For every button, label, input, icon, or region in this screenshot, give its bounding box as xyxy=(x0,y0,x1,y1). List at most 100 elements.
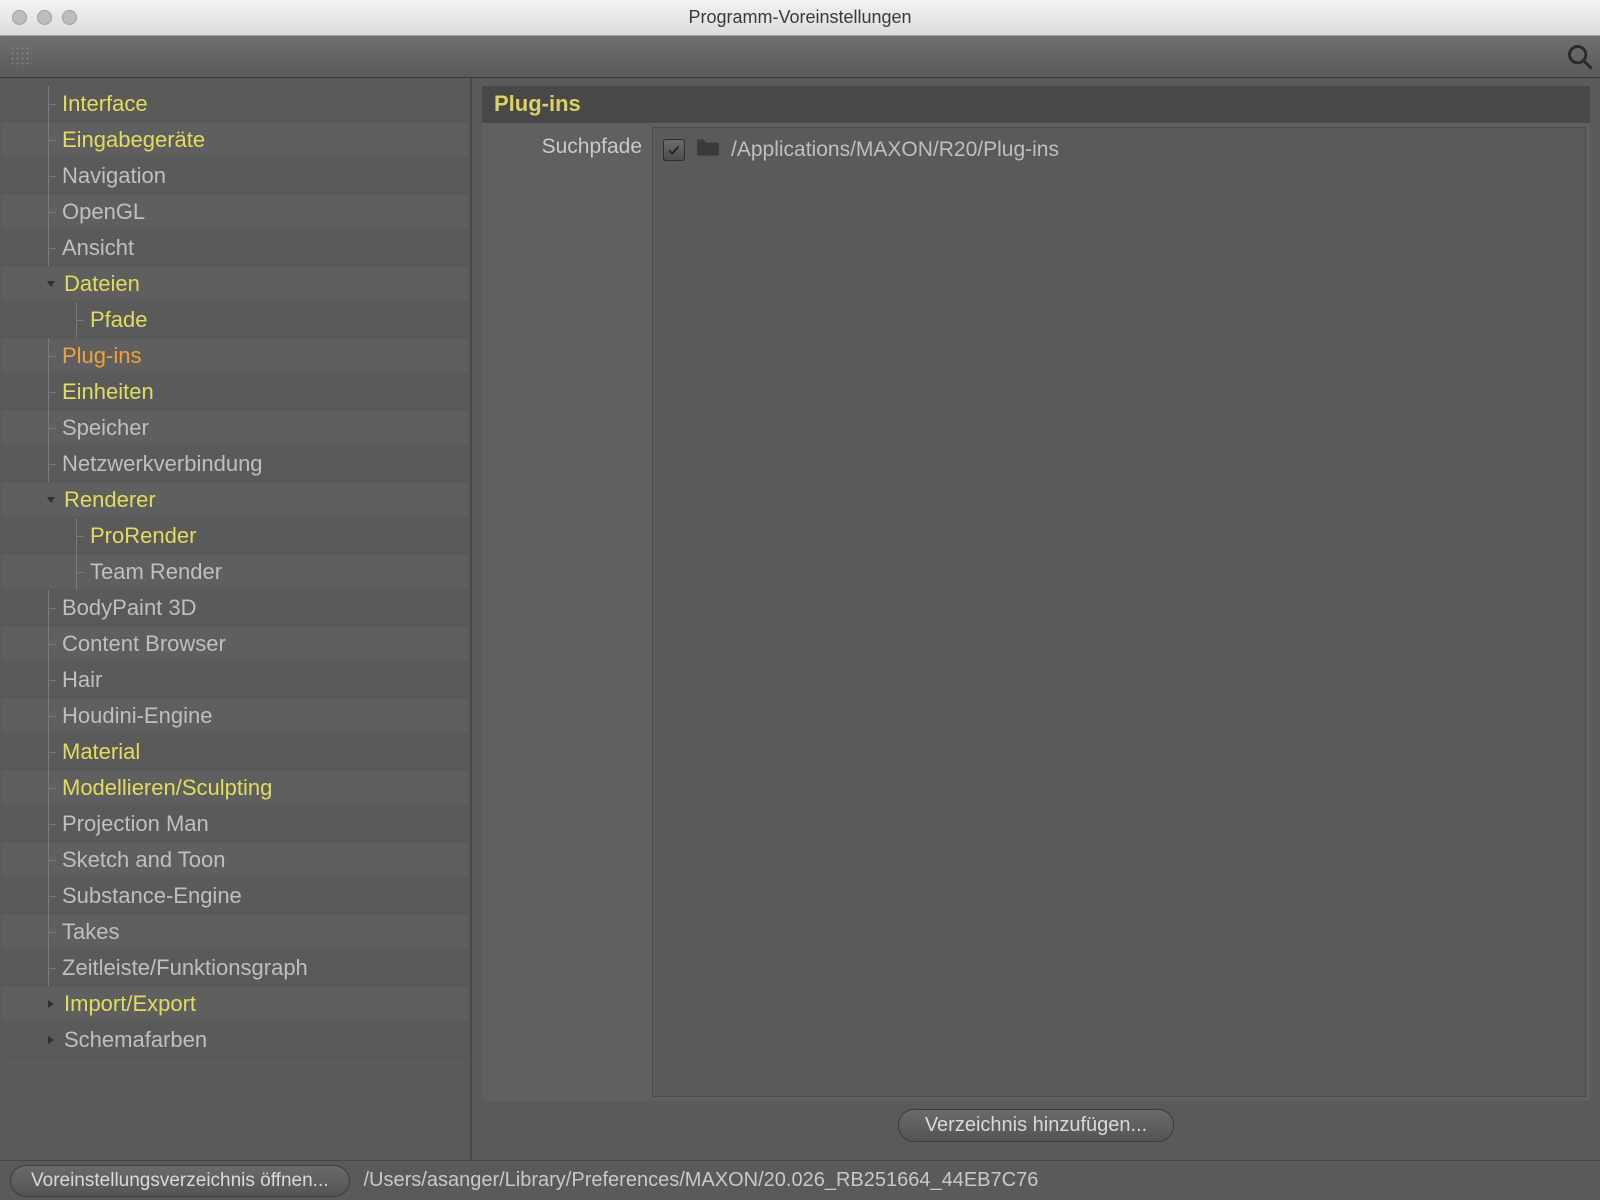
sidebar-item-label: Sketch and Toon xyxy=(62,842,226,878)
sidebar-item-label: Takes xyxy=(62,914,119,950)
sidebar-item-label: Eingabegeräte xyxy=(62,122,205,158)
open-prefs-folder-button[interactable]: Voreinstellungsverzeichnis öffnen... xyxy=(10,1165,350,1197)
sidebar-item-label: Substance-Engine xyxy=(62,878,242,914)
sidebar-item-label: Schemafarben xyxy=(64,1022,207,1058)
branch-tick-icon xyxy=(44,698,56,734)
sidebar-item-label: Content Browser xyxy=(62,626,226,662)
branch-tick-icon xyxy=(44,194,56,230)
sidebar-item-label: Ansicht xyxy=(62,230,134,266)
sidebar-item-projection-man[interactable]: Projection Man xyxy=(2,806,468,842)
search-path-row[interactable]: /Applications/MAXON/R20/Plug-ins xyxy=(663,136,1575,164)
chevron-down-icon[interactable] xyxy=(44,493,58,507)
sidebar-item-substance-engine[interactable]: Substance-Engine xyxy=(2,878,468,914)
branch-tick-icon xyxy=(72,554,84,590)
sidebar-item-eingabeger-te[interactable]: Eingabegeräte xyxy=(2,122,468,158)
branch-tick-icon xyxy=(44,770,56,806)
branch-tick-icon xyxy=(44,878,56,914)
sidebar-item-label: Material xyxy=(62,734,140,770)
add-directory-button[interactable]: Verzeichnis hinzufügen... xyxy=(898,1109,1174,1142)
main-split: InterfaceEingabegeräteNavigationOpenGLAn… xyxy=(0,78,1600,1160)
branch-tick-icon xyxy=(44,230,56,266)
sidebar-item-prorender[interactable]: ProRender xyxy=(2,518,468,554)
sidebar-item-label: Einheiten xyxy=(62,374,154,410)
branch-tick-icon xyxy=(44,374,56,410)
prefs-path: /Users/asanger/Library/Preferences/MAXON… xyxy=(364,1169,1039,1192)
sidebar-item-renderer[interactable]: Renderer xyxy=(2,482,468,518)
window-titlebar: Programm-Voreinstellungen xyxy=(0,0,1600,36)
sidebar-item-label: Speicher xyxy=(62,410,149,446)
sidebar-item-label: Zeitleiste/Funktionsgraph xyxy=(62,950,308,986)
branch-tick-icon xyxy=(44,806,56,842)
sidebar-item-pfade[interactable]: Pfade xyxy=(2,302,468,338)
detail-panel: Plug-ins Suchpfade /Applications/MAXON/R… xyxy=(472,78,1600,1160)
sidebar-item-label: OpenGL xyxy=(62,194,145,230)
sidebar-item-ansicht[interactable]: Ansicht xyxy=(2,230,468,266)
sidebar-item-plug-ins[interactable]: Plug-ins xyxy=(2,338,468,374)
branch-tick-icon xyxy=(44,158,56,194)
preferences-tree: InterfaceEingabegeräteNavigationOpenGLAn… xyxy=(0,78,472,1160)
sidebar-item-modellieren-sculpting[interactable]: Modellieren/Sculpting xyxy=(2,770,468,806)
branch-tick-icon xyxy=(72,302,84,338)
sidebar-item-hair[interactable]: Hair xyxy=(2,662,468,698)
branch-tick-icon xyxy=(44,626,56,662)
sidebar-item-interface[interactable]: Interface xyxy=(2,86,468,122)
branch-tick-icon xyxy=(44,446,56,482)
branch-tick-icon xyxy=(44,914,56,950)
branch-tick-icon xyxy=(44,950,56,986)
sidebar-item-label: Pfade xyxy=(90,302,148,338)
sidebar-item-material[interactable]: Material xyxy=(2,734,468,770)
sidebar-item-content-browser[interactable]: Content Browser xyxy=(2,626,468,662)
branch-tick-icon xyxy=(44,410,56,446)
chevron-right-icon[interactable] xyxy=(44,1033,58,1047)
toolbar xyxy=(0,36,1600,78)
branch-tick-icon xyxy=(72,518,84,554)
branch-tick-icon xyxy=(44,122,56,158)
sidebar-item-speicher[interactable]: Speicher xyxy=(2,410,468,446)
chevron-down-icon[interactable] xyxy=(44,277,58,291)
branch-tick-icon xyxy=(44,842,56,878)
sidebar-item-label: BodyPaint 3D xyxy=(62,590,197,626)
param-label: Suchpfade xyxy=(482,123,652,1101)
search-icon[interactable] xyxy=(1566,43,1594,71)
path-enabled-checkbox[interactable] xyxy=(663,139,685,161)
sidebar-item-dateien[interactable]: Dateien xyxy=(2,266,468,302)
sidebar-item-navigation[interactable]: Navigation xyxy=(2,158,468,194)
window-title: Programm-Voreinstellungen xyxy=(0,7,1600,28)
sidebar-item-bodypaint-3d[interactable]: BodyPaint 3D xyxy=(2,590,468,626)
branch-tick-icon xyxy=(44,86,56,122)
chevron-right-icon[interactable] xyxy=(44,997,58,1011)
sidebar-item-schemafarben[interactable]: Schemafarben xyxy=(2,1022,468,1058)
sidebar-item-einheiten[interactable]: Einheiten xyxy=(2,374,468,410)
section-header: Plug-ins xyxy=(482,86,1590,122)
sidebar-item-import-export[interactable]: Import/Export xyxy=(2,986,468,1022)
sidebar-item-label: Renderer xyxy=(64,482,156,518)
footer: Voreinstellungsverzeichnis öffnen... /Us… xyxy=(0,1160,1600,1200)
sidebar-item-label: Interface xyxy=(62,86,148,122)
sidebar-item-label: Navigation xyxy=(62,158,166,194)
sidebar-item-label: ProRender xyxy=(90,518,196,554)
branch-tick-icon xyxy=(44,662,56,698)
path-value: /Applications/MAXON/R20/Plug-ins xyxy=(731,138,1059,162)
sidebar-item-label: Plug-ins xyxy=(62,338,141,374)
sidebar-item-label: Modellieren/Sculpting xyxy=(62,770,272,806)
sidebar-item-opengl[interactable]: OpenGL xyxy=(2,194,468,230)
search-paths-list[interactable]: /Applications/MAXON/R20/Plug-ins xyxy=(652,127,1586,1097)
add-dir-row: Verzeichnis hinzufügen... xyxy=(482,1101,1590,1152)
folder-icon[interactable] xyxy=(695,136,721,164)
sidebar-item-label: Dateien xyxy=(64,266,140,302)
branch-tick-icon xyxy=(44,590,56,626)
branch-tick-icon xyxy=(44,338,56,374)
sidebar-item-label: Netzwerkverbindung xyxy=(62,446,263,482)
grip-icon[interactable] xyxy=(10,46,32,68)
sidebar-item-netzwerkverbindung[interactable]: Netzwerkverbindung xyxy=(2,446,468,482)
sidebar-item-takes[interactable]: Takes xyxy=(2,914,468,950)
sidebar-item-label: Import/Export xyxy=(64,986,196,1022)
sidebar-item-zeitleiste-funktionsgraph[interactable]: Zeitleiste/Funktionsgraph xyxy=(2,950,468,986)
sidebar-item-label: Team Render xyxy=(90,554,222,590)
sidebar-item-label: Houdini-Engine xyxy=(62,698,212,734)
sidebar-item-team-render[interactable]: Team Render xyxy=(2,554,468,590)
sidebar-item-sketch-and-toon[interactable]: Sketch and Toon xyxy=(2,842,468,878)
branch-tick-icon xyxy=(44,734,56,770)
param-area: Suchpfade /Applications/MAXON/R20/Plug-i… xyxy=(482,122,1590,1101)
sidebar-item-houdini-engine[interactable]: Houdini-Engine xyxy=(2,698,468,734)
